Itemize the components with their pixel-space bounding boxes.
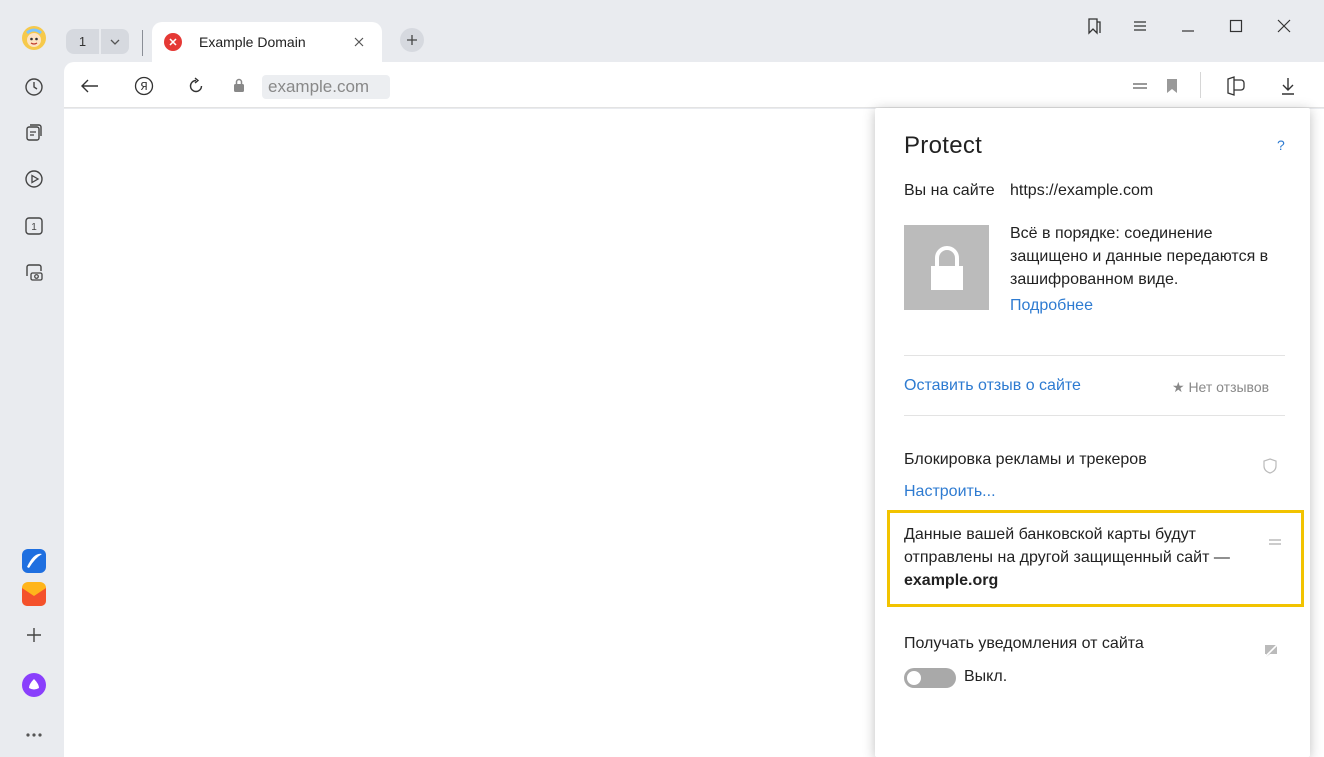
download-icon[interactable]	[1276, 74, 1300, 98]
new-tab-button[interactable]	[400, 28, 424, 52]
svg-text:1: 1	[31, 222, 37, 233]
address-bar: Я example.com	[64, 62, 1324, 108]
lock-large-icon	[904, 225, 989, 310]
minimize-icon[interactable]	[1174, 14, 1202, 38]
notifications-muted-icon	[1263, 643, 1279, 664]
card-warning-message: Данные вашей банковской карты будут отпр…	[904, 526, 1230, 566]
tab-separator	[142, 30, 143, 56]
help-link[interactable]: ?	[1277, 137, 1285, 153]
bookmarks-panel-icon[interactable]	[1080, 14, 1108, 38]
notifications-label: Получать уведомления от сайта	[904, 635, 1144, 652]
tab-example-domain[interactable]: ✕ Example Domain	[152, 22, 382, 62]
card-icon	[1268, 533, 1282, 551]
toolbar-divider	[1200, 72, 1201, 98]
screenshot-icon[interactable]	[20, 258, 48, 286]
protect-popup: Protect ? Вы на сайте https://example.co…	[875, 108, 1310, 757]
yandex-messenger-icon[interactable]	[20, 547, 48, 575]
video-play-icon[interactable]	[20, 165, 48, 193]
site-label: Вы на сайте	[904, 182, 995, 199]
collections-icon[interactable]	[20, 118, 48, 146]
chevron-down-icon[interactable]	[101, 29, 129, 54]
back-arrow-icon[interactable]	[78, 74, 102, 98]
leave-review-link[interactable]: Оставить отзыв о сайте	[904, 377, 1081, 395]
close-tab-icon[interactable]	[348, 31, 370, 53]
configure-link[interactable]: Настроить...	[904, 483, 996, 501]
add-panel-icon[interactable]	[20, 621, 48, 649]
card-target-site: example.org	[904, 572, 999, 589]
protect-shield-icon[interactable]	[1224, 74, 1248, 98]
notifications-state-label: Выкл.	[964, 668, 1008, 685]
ad-block-label: Блокировка рекламы и трекеров	[904, 451, 1147, 468]
divider	[904, 415, 1285, 416]
card-warning-text: Данные вашей банковской карты будут отпр…	[904, 523, 1274, 592]
error-favicon-icon: ✕	[164, 33, 182, 51]
svg-text:Я: Я	[140, 80, 148, 93]
profile-avatar-icon[interactable]	[20, 24, 48, 52]
toggle-knob	[907, 671, 921, 685]
tab-counter-button[interactable]: 1	[66, 29, 131, 54]
notifications-toggle[interactable]	[904, 668, 956, 688]
maximize-icon[interactable]	[1222, 14, 1250, 38]
reload-icon[interactable]	[184, 74, 208, 98]
alice-assistant-icon[interactable]	[20, 671, 48, 699]
yandex-logo-icon[interactable]: Я	[132, 74, 156, 98]
shield-icon	[1263, 458, 1277, 479]
yandex-mail-icon[interactable]	[20, 580, 48, 608]
close-window-icon[interactable]	[1270, 14, 1298, 38]
tab-title: Example Domain	[199, 34, 306, 50]
url-field[interactable]: example.com	[262, 75, 390, 99]
menu-icon[interactable]	[1126, 14, 1154, 38]
reader-mode-icon[interactable]	[1128, 74, 1152, 98]
tabs-counter-icon[interactable]: 1	[20, 212, 48, 240]
lock-icon[interactable]	[232, 77, 246, 98]
no-reviews-label: ★ Нет отзывов	[1172, 379, 1270, 395]
divider	[904, 355, 1285, 356]
more-info-link[interactable]: Подробнее	[1010, 297, 1093, 315]
history-icon[interactable]	[20, 73, 48, 101]
tab-strip: 1 ✕ Example Domain	[64, 0, 1324, 62]
tab-count: 1	[66, 29, 99, 54]
more-options-icon[interactable]	[20, 721, 48, 749]
sidebar: 1	[0, 0, 64, 757]
bookmark-icon[interactable]	[1160, 74, 1184, 98]
popup-title: Protect	[904, 132, 983, 159]
connection-status-text: Всё в порядке: соединение защищено и дан…	[1010, 225, 1269, 288]
site-url: https://example.com	[1010, 182, 1154, 199]
